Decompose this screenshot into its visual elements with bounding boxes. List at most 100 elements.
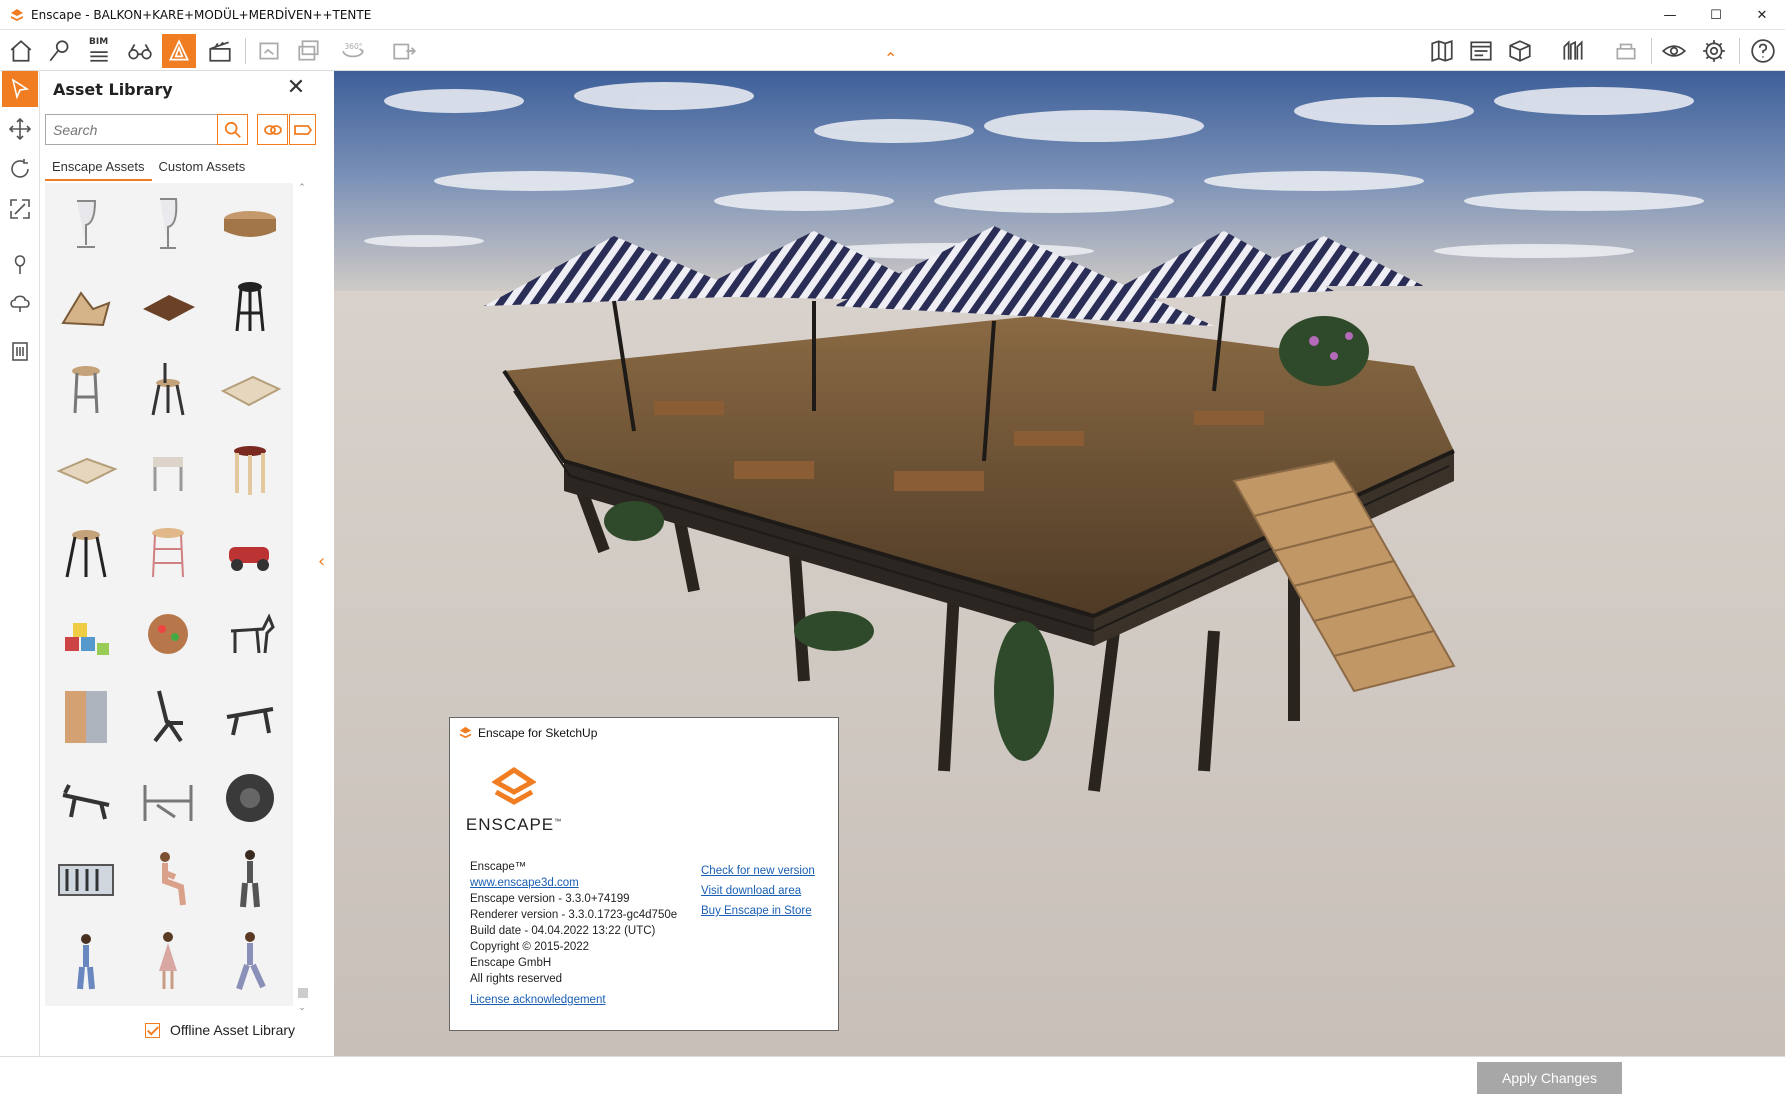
asset-thumbnail-wall-art[interactable] — [45, 839, 127, 921]
cube-button[interactable] — [1503, 34, 1537, 68]
link-filter-button[interactable] — [257, 114, 288, 145]
asset-thumbnail-tire[interactable] — [209, 757, 291, 839]
asset-thumbnail-lounge-chair[interactable] — [45, 265, 127, 347]
asset-thumbnail-weight-bench-incline[interactable] — [127, 675, 209, 757]
home-button[interactable] — [4, 34, 38, 68]
asset-thumbnail-small-stool[interactable] — [127, 429, 209, 511]
about-info: Enscape™ www.enscape3d.com Enscape versi… — [470, 859, 677, 987]
binoculars-button[interactable] — [123, 34, 157, 68]
tag-filter-button[interactable] — [289, 114, 316, 145]
toolbar-separator — [1651, 38, 1652, 64]
wine-glass-icon — [77, 200, 97, 248]
asset-thumbnail-wine-glass[interactable] — [45, 183, 127, 265]
asset-thumbnail-bar-stool-wood[interactable] — [45, 347, 127, 429]
clapperboard-icon — [209, 41, 231, 62]
close-icon[interactable]: ✕ — [284, 77, 308, 101]
buy-enscape-link[interactable]: Buy Enscape in Store — [701, 901, 815, 921]
asset-thumbnail-wire-stool[interactable] — [127, 511, 209, 593]
enscape-app-icon — [459, 726, 472, 739]
offline-checkbox[interactable] — [145, 1022, 160, 1038]
asset-thumbnail-wardrobe[interactable] — [45, 675, 127, 757]
collapse-toolbar-icon[interactable]: ⌃ — [884, 51, 897, 67]
person-woman-walking-icon — [236, 932, 266, 990]
asset-thumbnail-person-woman-standing[interactable] — [209, 839, 291, 921]
views-button[interactable] — [43, 34, 77, 68]
tab-custom-assets[interactable]: Custom Assets — [152, 153, 253, 181]
asset-thumbnail-toy-zebra[interactable] — [209, 593, 291, 675]
scale-tool[interactable] — [2, 191, 38, 227]
scroll-down-icon[interactable]: ⌄ — [295, 1003, 309, 1017]
panel-collapse-strip[interactable]: ‹ — [316, 71, 334, 1056]
asset-library-button[interactable] — [162, 34, 196, 68]
svg-text:360°: 360° — [344, 42, 362, 51]
asset-thumbnail-wooden-bowl[interactable] — [209, 183, 291, 265]
asset-thumbnail-toy-blocks[interactable] — [45, 593, 127, 675]
asset-thumbnail-round-stool[interactable] — [209, 429, 291, 511]
asset-thumbnail-wooden-board[interactable] — [127, 265, 209, 347]
website-link[interactable]: www.enscape3d.com — [470, 875, 677, 891]
minimize-icon[interactable]: — — [1647, 0, 1693, 30]
asset-thumbnail-weight-bench-decline[interactable] — [45, 757, 127, 839]
video-editor-button[interactable] — [203, 34, 237, 68]
scroll-up-icon[interactable]: ⌃ — [295, 183, 309, 197]
panorama-button[interactable]: 360° — [336, 34, 370, 68]
asset-thumbnail-person-woman-dress[interactable] — [127, 921, 209, 1003]
move-tool[interactable] — [2, 111, 38, 147]
asset-thumbnail-person-woman-sitting[interactable] — [127, 839, 209, 921]
check-new-version-link[interactable]: Check for new version — [701, 861, 815, 881]
search-box — [45, 114, 248, 145]
asset-scrollbar[interactable]: ⌃ ⌄ — [295, 183, 309, 1013]
apply-changes-button[interactable]: Apply Changes — [1477, 1062, 1622, 1094]
rotate-tool[interactable] — [2, 151, 38, 187]
asset-thumbnail-person-child[interactable] — [45, 921, 127, 1003]
asset-thumbnail-tripod-stool[interactable] — [45, 511, 127, 593]
asset-thumbnail-weight-rack[interactable] — [127, 757, 209, 839]
license-acknowledgement-link[interactable]: License acknowledgement — [470, 994, 606, 1006]
export-button[interactable] — [387, 34, 421, 68]
visit-download-area-link[interactable]: Visit download area — [701, 881, 815, 901]
cursor-icon — [11, 78, 30, 100]
asset-thumbnail-bar-stool-black[interactable] — [209, 265, 291, 347]
asset-thumbnail-toy-car[interactable] — [209, 511, 291, 593]
select-tool[interactable] — [2, 71, 38, 107]
wooden-board-icon — [143, 295, 195, 321]
search-input[interactable] — [46, 115, 204, 144]
close-window-icon[interactable]: ✕ — [1739, 0, 1785, 30]
tripod-stool-icon — [65, 530, 107, 578]
asset-thumbnail-wooden-pallet-flat[interactable] — [45, 429, 127, 511]
asset-thumbnail-wooden-pallet[interactable] — [209, 347, 291, 429]
enscape-version: Enscape version - 3.3.0+74199 — [470, 893, 630, 905]
toolbar-separator — [1739, 38, 1740, 64]
chevron-left-icon[interactable]: ‹ — [318, 551, 325, 572]
scroll-thumb[interactable] — [298, 988, 308, 998]
help-icon — [1751, 39, 1775, 63]
info-panel-button[interactable] — [1464, 34, 1498, 68]
offline-asset-library-toggle[interactable]: Offline Asset Library — [145, 1022, 295, 1038]
asset-thumbnail-wine-glass-tall[interactable] — [127, 183, 209, 265]
batch-render-button[interactable] — [292, 34, 326, 68]
settings-button[interactable] — [1697, 34, 1731, 68]
bim-button[interactable]: BIM — [82, 34, 116, 68]
asset-thumbnail-toy-clock[interactable] — [127, 593, 209, 675]
asset-thumbnail-bar-stool-metal[interactable] — [127, 347, 209, 429]
maximize-icon[interactable]: ☐ — [1693, 0, 1739, 30]
search-button[interactable] — [217, 114, 248, 145]
sync-views-button[interactable] — [1556, 34, 1590, 68]
sync-icon — [1563, 40, 1583, 60]
plant-tool[interactable] — [2, 247, 38, 283]
window-title: Enscape - BALKON+KARE+MODÜL+MERDİVEN++TE… — [31, 7, 372, 22]
asset-thumbnail-person-woman-walking[interactable] — [209, 921, 291, 1003]
eye-icon — [1661, 45, 1687, 57]
visual-settings-button[interactable] — [1657, 34, 1691, 68]
screenshot-button[interactable] — [252, 34, 286, 68]
help-button[interactable] — [1746, 34, 1780, 68]
scatter-tool[interactable] — [2, 285, 38, 321]
collaboration-button[interactable] — [1609, 34, 1643, 68]
about-dialog: Enscape for SketchUp ENSCAPE™ Enscape™ w… — [449, 717, 839, 1031]
map-button[interactable] — [1425, 34, 1459, 68]
delete-tool[interactable] — [2, 333, 38, 369]
asset-grid — [45, 183, 293, 1006]
tab-enscape-assets[interactable]: Enscape Assets — [45, 153, 152, 181]
asset-thumbnail-weight-bench-flat[interactable] — [209, 675, 291, 757]
offline-label: Offline Asset Library — [170, 1022, 296, 1038]
